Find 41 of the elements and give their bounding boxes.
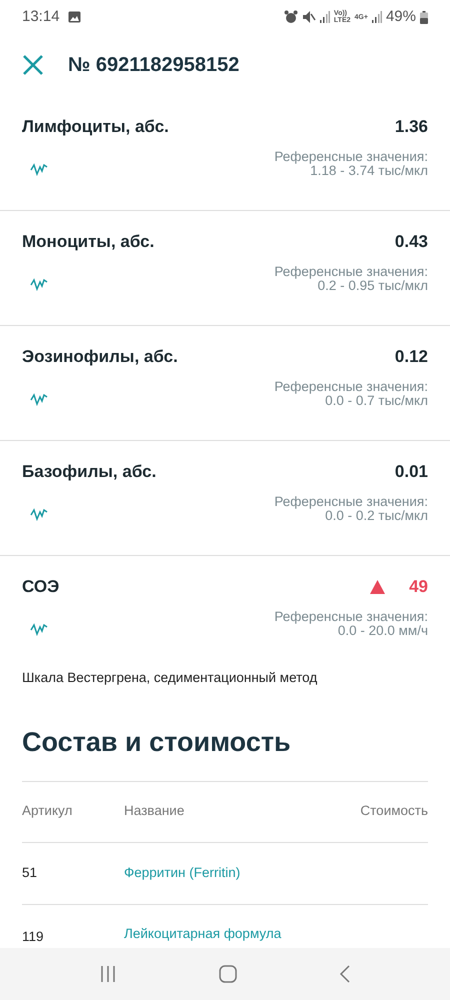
page-title: № 6921182958152 [68, 53, 240, 78]
result-value: 0.01 [394, 461, 428, 483]
pulse-icon[interactable] [30, 506, 48, 522]
clock-time: 13:14 [22, 6, 60, 27]
signal-icon [372, 11, 382, 23]
reference-range: Референсные значения: 0.0 - 20.0 мм/ч [274, 610, 428, 638]
reference-range: Референсные значения: 0.0 - 0.2 тыс/мкл [274, 494, 428, 523]
back-icon[interactable] [339, 965, 351, 983]
image-icon [68, 11, 81, 23]
product-link[interactable]: Лейкоцитарная формула [124, 926, 282, 941]
reference-range: Референсные значения: 0.0 - 0.7 тыс/мкл [274, 380, 428, 408]
table-cell-text: 51 [22, 864, 38, 882]
recent-apps-icon[interactable] [99, 965, 117, 983]
pulse-icon[interactable] [30, 276, 48, 292]
result-value: 0.12 [394, 346, 428, 368]
method-note: Шкала Вестергрена, седиментационный метод [22, 668, 318, 687]
close-icon[interactable] [22, 54, 44, 76]
column-header: Название [124, 802, 186, 820]
signal-icon [320, 11, 330, 23]
result-name: Лимфоциты, абс. [22, 116, 169, 138]
pulse-icon[interactable] [30, 161, 48, 178]
result-name: СОЭ [22, 576, 60, 598]
result-name: Эозинофилы, абс. [22, 346, 178, 368]
mute-icon [302, 10, 316, 24]
result-value: 49 [409, 576, 428, 598]
table-cell-text: 119 [22, 928, 45, 946]
product-link[interactable]: Ферритин (Ferritin) [124, 866, 240, 880]
column-header: Артикул [22, 802, 74, 820]
reference-range: Референсные значения: 0.2 - 0.95 тыс/мкл [274, 264, 428, 293]
result-name: Моноциты, абс. [22, 231, 154, 253]
reference-range: Референсные значения: 1.18 - 3.74 тыс/мкл [274, 150, 428, 178]
pulse-icon[interactable] [30, 391, 48, 408]
battery-percent: 49% [386, 6, 416, 27]
result-value: 1.36 [394, 116, 428, 138]
home-icon[interactable] [219, 965, 237, 983]
pulse-icon[interactable] [30, 621, 48, 638]
result-value: 0.43 [394, 231, 428, 253]
column-header: Стоимость [360, 802, 428, 820]
result-name: Базофилы, абс. [22, 461, 156, 483]
battery-icon [420, 10, 428, 24]
section-heading: Состав и стоимость [21, 726, 292, 759]
